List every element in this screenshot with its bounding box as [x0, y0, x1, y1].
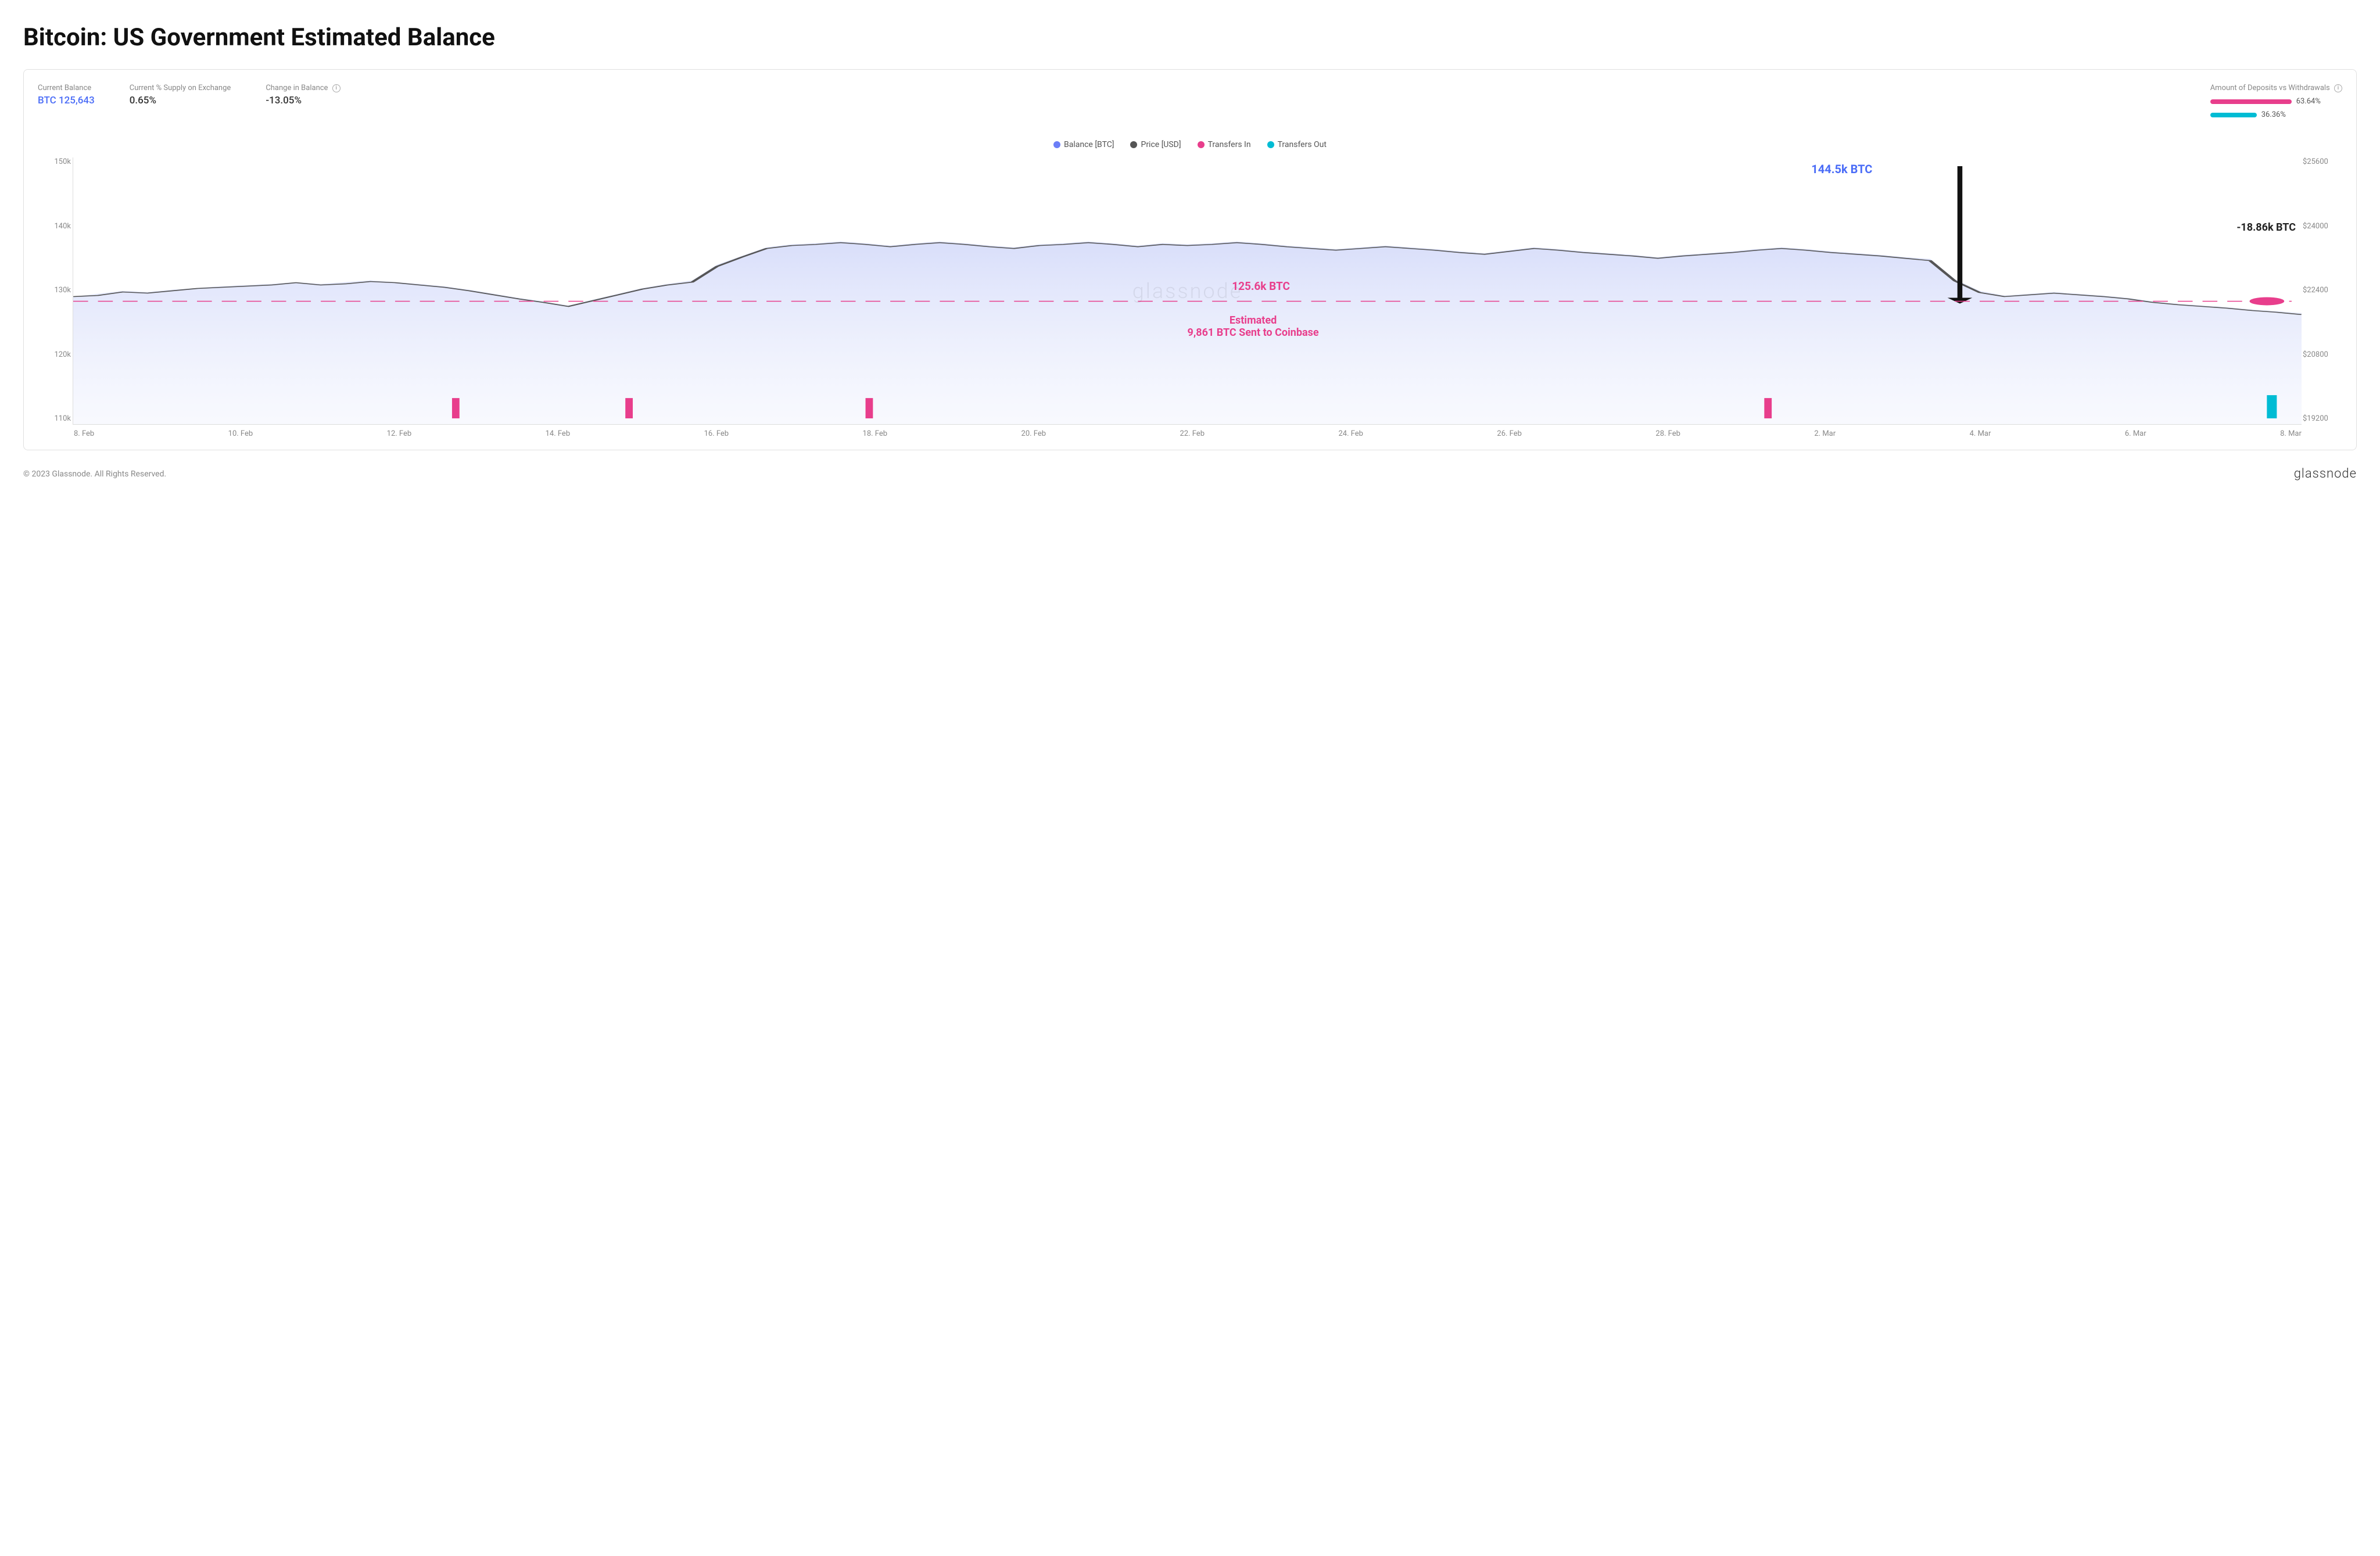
deposits-info-icon: i — [2334, 84, 2342, 92]
y-right-2: $22400 — [2303, 286, 2338, 295]
legend-transfers-in-label: Transfers In — [1208, 140, 1251, 149]
y-right-1: $24000 — [2303, 222, 2338, 231]
withdrawal-bar-row: 36.36% — [2210, 110, 2342, 119]
withdrawal-bar — [2210, 113, 2257, 117]
x-label-5: 18. Feb — [863, 429, 888, 438]
y-axis-left: 150k 140k 130k 120k 110k — [43, 157, 71, 424]
x-label-11: 2. Mar — [1814, 429, 1836, 438]
current-balance-block: Current Balance BTC 125,643 — [38, 84, 95, 119]
y-axis-right: $25600 $24000 $22400 $20800 $19200 — [2303, 157, 2338, 424]
y-left-1: 140k — [43, 222, 71, 231]
x-label-3: 14. Feb — [546, 429, 571, 438]
x-label-14: 8. Mar — [2280, 429, 2302, 438]
x-label-6: 20. Feb — [1021, 429, 1046, 438]
change-info-icon: i — [332, 84, 340, 92]
spike-pink-2 — [625, 398, 633, 418]
x-label-9: 26. Feb — [1497, 429, 1522, 438]
annotation-current: 125.6k BTC — [1232, 279, 1290, 293]
deposits-label: Amount of Deposits vs Withdrawals i — [2210, 84, 2342, 92]
spike-pink-4 — [1764, 398, 1772, 418]
spike-pink-3 — [866, 398, 873, 418]
stats-row: Current Balance BTC 125,643 Current % Su… — [38, 84, 2342, 128]
annotation-peak: 144.5k BTC — [1811, 162, 1872, 176]
supply-label: Current % Supply on Exchange — [130, 84, 231, 92]
deposit-pct: 63.64% — [2296, 97, 2321, 106]
transfers-out-dot — [1267, 141, 1274, 148]
chart-area: 150k 140k 130k 120k 110k $25600 $24000 $… — [73, 157, 2302, 425]
legend-transfers-in: Transfers In — [1198, 140, 1251, 149]
deposit-bar — [2210, 99, 2292, 104]
supply-value: 0.65% — [130, 95, 231, 106]
y-left-0: 150k — [43, 157, 71, 166]
x-label-10: 28. Feb — [1655, 429, 1680, 438]
transfers-in-dot — [1198, 141, 1205, 148]
y-right-0: $25600 — [2303, 157, 2338, 166]
x-label-1: 10. Feb — [228, 429, 253, 438]
x-label-12: 4. Mar — [1970, 429, 1991, 438]
x-label-8: 24. Feb — [1338, 429, 1363, 438]
balance-dot — [1053, 141, 1060, 148]
y-right-4: $19200 — [2303, 414, 2338, 423]
x-label-2: 12. Feb — [387, 429, 412, 438]
legend-price-label: Price [USD] — [1141, 140, 1181, 149]
spike-cyan-1 — [2267, 395, 2277, 418]
spike-pink-1 — [452, 398, 460, 418]
deposit-bar-row: 63.64% — [2210, 97, 2342, 106]
legend-transfers-out-label: Transfers Out — [1278, 140, 1327, 149]
legend-balance-label: Balance [BTC] — [1064, 140, 1114, 149]
page-title: Bitcoin: US Government Estimated Balance — [23, 23, 2357, 52]
footer-logo: glassnode — [2294, 467, 2357, 481]
deposits-block: Amount of Deposits vs Withdrawals i 63.6… — [2210, 84, 2342, 119]
footer: © 2023 Glassnode. All Rights Reserved. g… — [23, 467, 2357, 481]
x-label-0: 8. Feb — [74, 429, 94, 438]
annotation-estimated: Estimated 9,861 BTC Sent to Coinbase — [1188, 314, 1319, 339]
chart-svg — [73, 157, 2302, 424]
price-dot — [1130, 141, 1137, 148]
chart-wrapper: 150k 140k 130k 120k 110k $25600 $24000 $… — [73, 157, 2302, 438]
y-left-3: 120k — [43, 350, 71, 359]
change-block: Change in Balance i -13.05% — [266, 84, 340, 119]
legend-balance: Balance [BTC] — [1053, 140, 1114, 149]
y-left-4: 110k — [43, 414, 71, 423]
legend-transfers-out: Transfers Out — [1267, 140, 1327, 149]
chart-container: Current Balance BTC 125,643 Current % Su… — [23, 69, 2357, 450]
current-balance-value: BTC 125,643 — [38, 95, 95, 106]
legend-price: Price [USD] — [1130, 140, 1181, 149]
change-value: -13.05% — [266, 95, 340, 106]
x-label-7: 22. Feb — [1180, 429, 1205, 438]
current-balance-label: Current Balance — [38, 84, 95, 92]
x-label-13: 6. Mar — [2125, 429, 2146, 438]
annotation-change: -18.86k BTC — [2236, 221, 2296, 234]
supply-block: Current % Supply on Exchange 0.65% — [130, 84, 231, 119]
footer-copyright: © 2023 Glassnode. All Rights Reserved. — [23, 469, 166, 479]
change-label: Change in Balance i — [266, 84, 340, 92]
x-axis: 8. Feb 10. Feb 12. Feb 14. Feb 16. Feb 1… — [73, 429, 2302, 438]
x-label-4: 16. Feb — [704, 429, 729, 438]
legend-row: Balance [BTC] Price [USD] Transfers In T… — [38, 140, 2342, 149]
y-left-2: 130k — [43, 286, 71, 295]
transfer-in-marker — [2247, 296, 2286, 306]
withdrawal-pct: 36.36% — [2261, 110, 2286, 119]
y-right-3: $20800 — [2303, 350, 2338, 359]
